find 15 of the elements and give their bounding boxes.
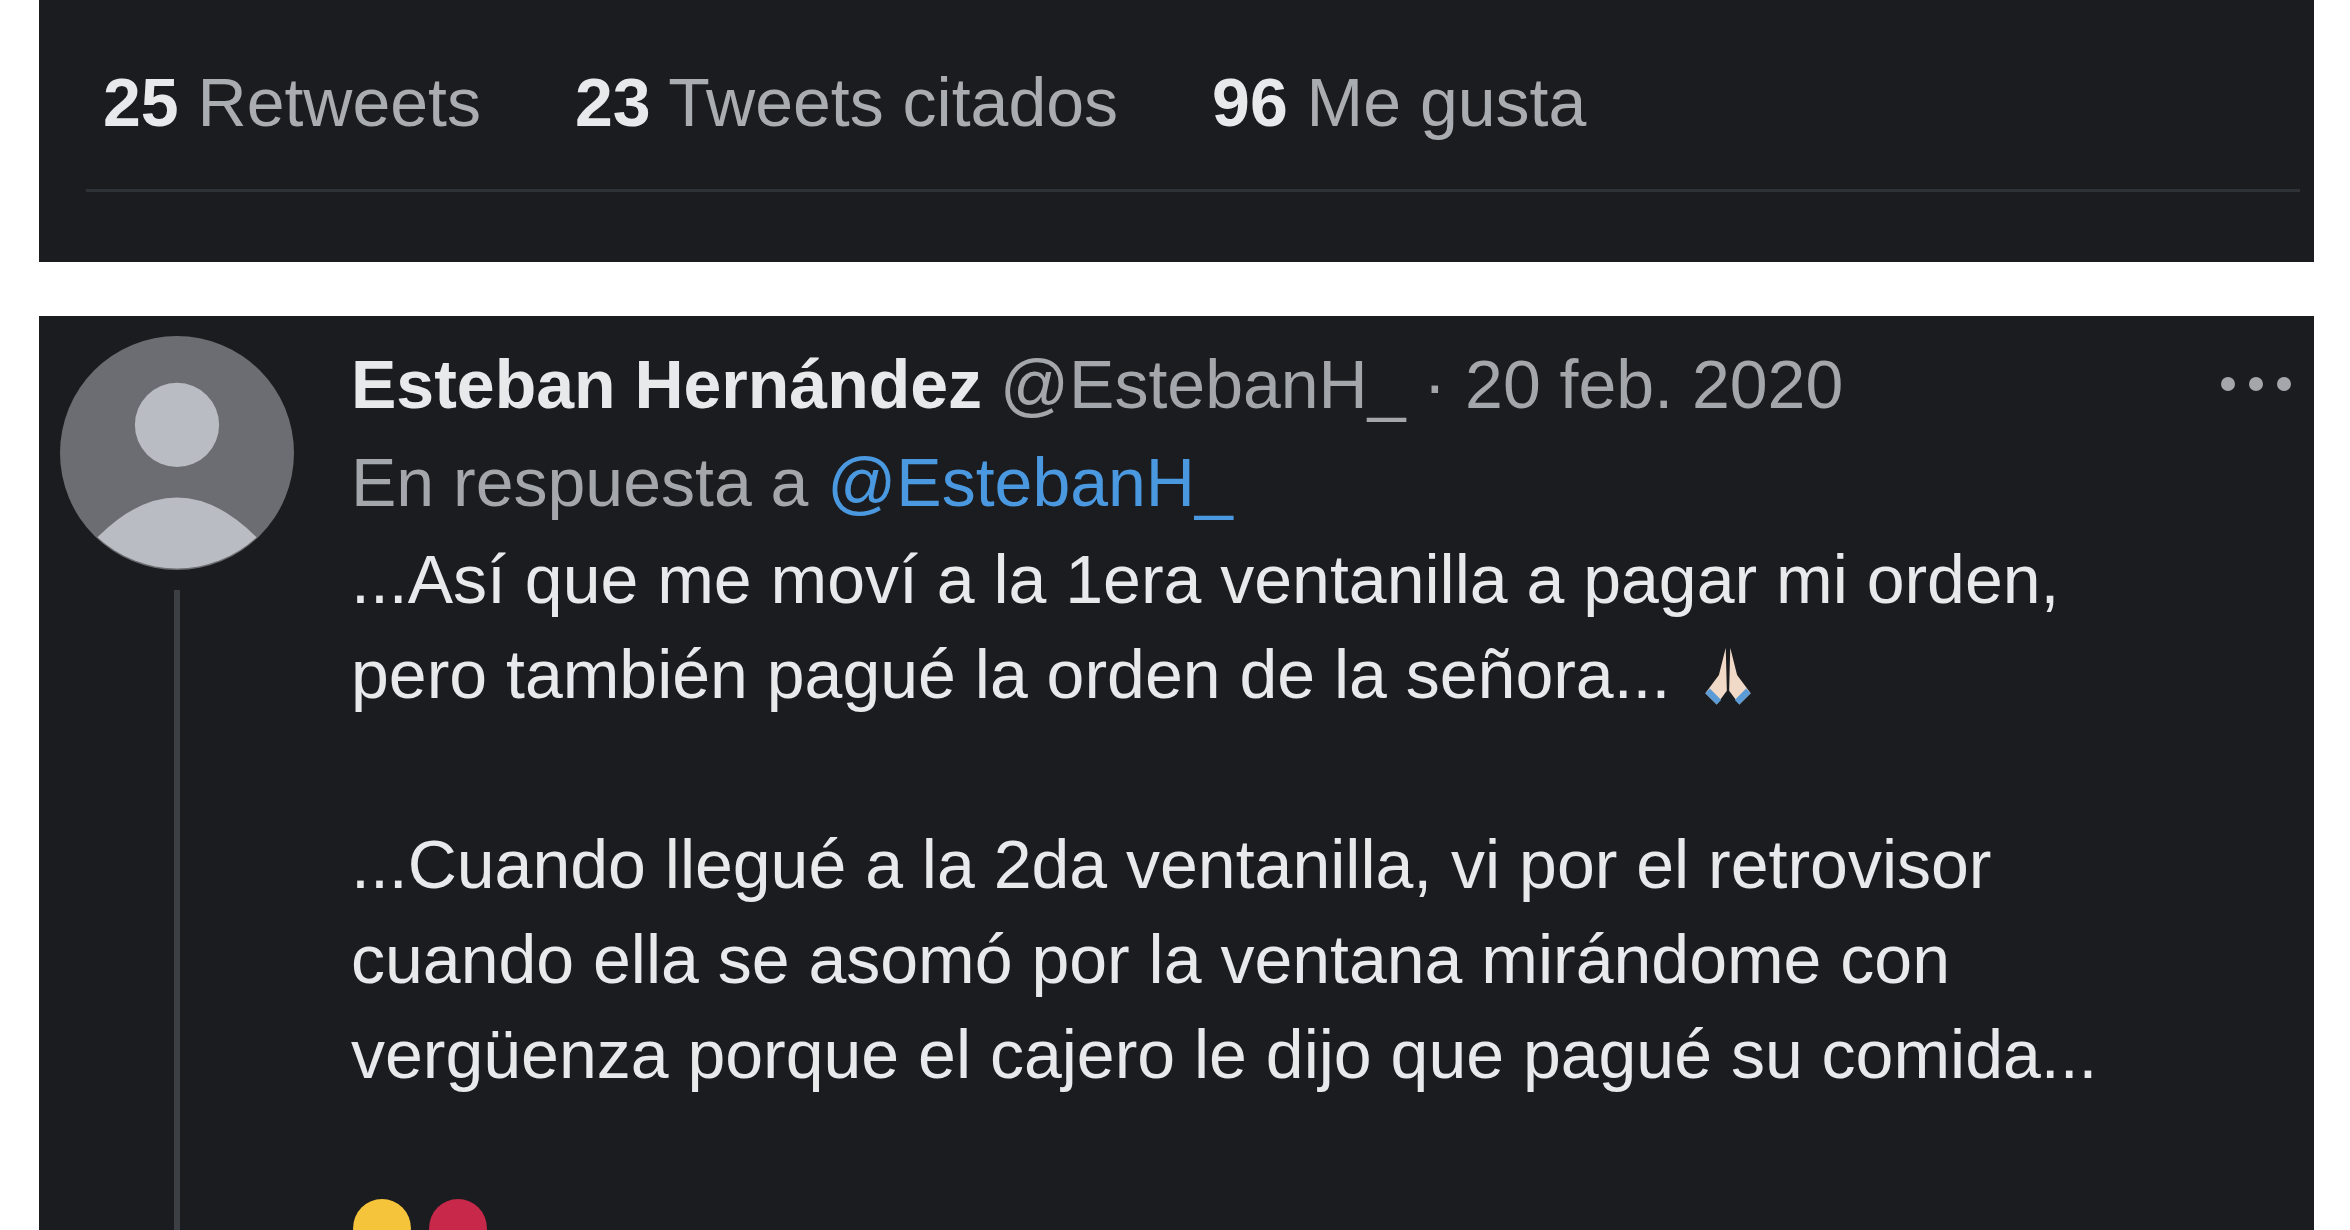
tweet-text-line: pero también pagué la orden de la señora... xyxy=(351,635,1671,714)
tweet-text-line: ...Así que me moví a la 1era ventanilla a pagar mi orden, xyxy=(351,540,2060,619)
tweet-text-line: cuando ella se asomó por la ventana mirándome con xyxy=(351,920,1950,999)
reply-handle-link[interactable]: @EstebanH_ xyxy=(827,444,1233,520)
more-options-icon[interactable] xyxy=(2220,376,2292,392)
author-name[interactable]: Esteban Hernández xyxy=(351,336,983,432)
tweet-text-line: ...Cuando llegué a la 2da ventanilla, vi por el retrovisor xyxy=(351,825,1992,904)
stat-count-link[interactable]: 25 Retweets xyxy=(103,66,481,138)
stat-count-link[interactable]: 96 Me gusta xyxy=(1212,66,1587,138)
stat-count-link[interactable]: 23 Tweets citados xyxy=(575,66,1119,138)
tweet-text-line: vergüenza porque el cajero le dijo que pagué su comida... xyxy=(351,1015,2098,1094)
author-handle[interactable]: @EstebanH_ xyxy=(1000,336,1406,432)
reply-label: En respuesta a xyxy=(351,444,810,520)
tweet-date[interactable]: · 20 feb. 2020 xyxy=(1423,336,1844,432)
avatar-icon[interactable] xyxy=(60,336,294,570)
